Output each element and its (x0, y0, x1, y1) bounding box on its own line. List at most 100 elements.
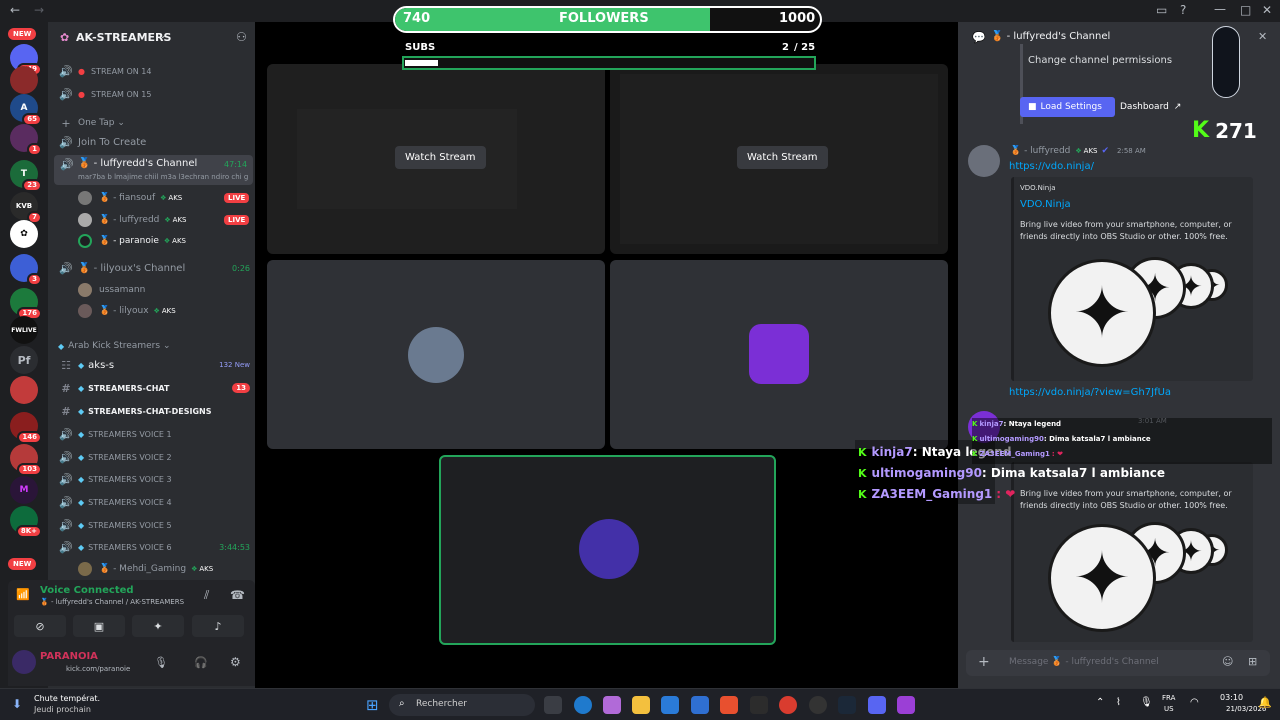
bot-avatar[interactable] (1212, 26, 1240, 98)
network-icon[interactable]: ⌇ (1116, 697, 1121, 708)
microphone-icon[interactable]: 🎙 (154, 656, 168, 669)
text-channel[interactable]: # ◆ STREAMERS-CHAT 13 (58, 378, 250, 398)
watch-stream-button[interactable]: Watch Stream (395, 146, 486, 169)
voice-user[interactable]: ussamann (78, 281, 145, 299)
server-icon[interactable] (10, 376, 38, 404)
voice-channel[interactable]: 🔊 ◆ STREAMERS VOICE 3 (58, 469, 250, 489)
join-to-create-channel[interactable]: 🔊 Join To Create (58, 132, 250, 152)
back-arrow-icon[interactable]: ← (10, 3, 20, 17)
voice-channel[interactable]: 🔊 ● STREAM ON 14 (58, 61, 250, 81)
noise-suppression-icon[interactable]: ⫽ (204, 588, 209, 603)
chrome-icon[interactable] (779, 696, 797, 714)
voice-channel[interactable]: 🔊 🥉 - lilyoux's Channel 0:26 (58, 258, 250, 278)
plus-icon[interactable]: + (978, 654, 990, 670)
server-icon[interactable] (10, 66, 38, 94)
obs-icon[interactable] (809, 696, 827, 714)
server-icon[interactable]: M (10, 476, 38, 504)
message-link[interactable]: https://vdo.ninja/ (1009, 161, 1094, 172)
disconnect-icon[interactable]: ☎ (230, 588, 245, 602)
taskbar-search[interactable]: ⌕ Rechercher (389, 694, 535, 716)
apps-icon[interactable]: ⊞ (1248, 655, 1257, 668)
server-icon[interactable]: T 23 (10, 160, 42, 192)
voice-user[interactable]: 🥉 - lilyouxAKS (78, 302, 176, 320)
help-icon[interactable]: ? (1180, 3, 1186, 17)
chevron-up-icon[interactable]: ⌃ (1096, 697, 1104, 708)
avatar[interactable] (12, 650, 36, 674)
category-arab-kick-streamers[interactable]: ◆ Arab Kick Streamers ⌄ (58, 336, 250, 356)
discord-icon[interactable] (868, 696, 886, 714)
inbox-icon[interactable]: ▭ (1156, 3, 1167, 17)
chevron-down-icon[interactable]: ⌄ (159, 31, 167, 41)
voice-channel[interactable]: 🔊 ● STREAM ON 15 (58, 84, 250, 104)
minimize-icon[interactable]: — (1214, 2, 1226, 16)
microphone-icon[interactable]: 🎙 (1140, 697, 1153, 708)
embed-image[interactable]: ✦ ✦ ✦ ✦ (1048, 257, 1248, 369)
settings-gear-icon[interactable]: ⚙ (230, 655, 241, 669)
notification-bell-icon[interactable]: 🔔 (1258, 696, 1272, 709)
windows-start-icon[interactable]: ⊞ (366, 696, 379, 714)
steam-icon[interactable] (838, 696, 856, 714)
server-name[interactable]: AK-STREAMERS (76, 31, 171, 44)
weather-title[interactable]: Chute températ. (34, 694, 100, 703)
file-explorer-icon[interactable] (632, 696, 650, 714)
language-indicator[interactable]: FRA (1162, 694, 1175, 702)
share-screen-button[interactable]: ▣ (73, 615, 125, 637)
maximize-icon[interactable]: □ (1240, 3, 1251, 17)
embed-image[interactable]: ✦ ✦ ✦ ✦ (1048, 522, 1248, 634)
app-icon[interactable] (897, 696, 915, 714)
category-one-tap[interactable]: + One Tap ⌄ (58, 113, 250, 133)
voice-user[interactable]: 🥉 - fiansoufAKS (78, 189, 182, 207)
brave-icon[interactable] (720, 696, 738, 714)
voice-channel[interactable]: 🔊 ◆ STREAMERS VOICE 4 (58, 492, 250, 512)
message-link[interactable]: https://vdo.ninja/?view=Gh7JfUa (1009, 387, 1171, 398)
load-settings-button[interactable]: ■ Load Settings (1020, 97, 1115, 117)
active-voice-channel[interactable]: 🔊 🥉 - luffyredd's Channel 47:14 mar7ba b… (54, 155, 253, 185)
copilot-icon[interactable] (603, 696, 621, 714)
embed-title[interactable]: VDO.Ninja (1020, 199, 1071, 210)
voice-user[interactable]: 🥉 - luffyreddAKS (78, 211, 186, 229)
video-off-button[interactable]: ⊘ (14, 615, 66, 637)
server-icon[interactable]: 8K+ (10, 506, 42, 538)
stream-tile[interactable]: Watch Stream (610, 64, 948, 254)
server-icon[interactable]: 176 (10, 288, 42, 320)
voice-channel[interactable]: 🔊 ◆ STREAMERS VOICE 2 (58, 447, 250, 467)
server-icon[interactable]: KVB 7 (10, 192, 42, 224)
forward-arrow-icon[interactable]: → (34, 3, 44, 17)
participant-tile[interactable] (267, 260, 605, 449)
signal-icon[interactable]: 📶 (16, 588, 30, 601)
avatar[interactable] (968, 145, 1000, 177)
text-channel[interactable]: # ◆ STREAMERS-CHAT-designs (58, 401, 250, 421)
participant-tile-speaking[interactable] (439, 455, 776, 645)
close-icon[interactable]: ✕ (1262, 3, 1272, 17)
voice-user-self[interactable]: 🥉 - paranoieAKS (78, 232, 186, 250)
store-icon[interactable] (661, 696, 679, 714)
message-input[interactable]: Message 🥉 - luffyredd's Channel (1009, 657, 1159, 667)
server-icon[interactable]: Pf (10, 346, 38, 374)
weather-icon[interactable]: ⬇ (12, 697, 22, 711)
server-icon[interactable]: FWLIVE (10, 316, 38, 344)
text-channel[interactable]: ☷ ◆ aks-s 132 New (58, 355, 250, 375)
voice-channel[interactable]: 🔊 ◆ STREAMERS VOICE 6 3:44:53 (58, 537, 250, 557)
stream-tile[interactable]: Watch Stream (267, 64, 605, 254)
server-icon[interactable]: 1 (10, 124, 42, 156)
dashboard-button[interactable]: Dashboard ↗ (1115, 97, 1189, 117)
message-author[interactable]: 🥉 - luffyredd (1010, 146, 1070, 156)
voice-user[interactable]: 🥉 - Mehdi_GamingAKS (78, 560, 213, 578)
wifi-icon[interactable]: ◠ (1190, 697, 1199, 708)
participant-tile[interactable] (610, 260, 948, 449)
clock-time[interactable]: 03:10 (1220, 693, 1243, 702)
server-icon[interactable]: 146 (10, 412, 42, 444)
invite-people-icon[interactable]: ⚇ (236, 30, 247, 44)
task-view-icon[interactable] (544, 696, 562, 714)
voice-status[interactable]: Voice Connected (40, 585, 134, 596)
watch-stream-button[interactable]: Watch Stream (737, 146, 828, 169)
activities-button[interactable]: ✦ (132, 615, 184, 637)
headphones-icon[interactable]: 🎧 (194, 656, 208, 669)
emoji-icon[interactable]: ☺ (1222, 655, 1233, 668)
server-icon[interactable]: ✿ (10, 220, 38, 248)
message-composer[interactable]: + Message 🥉 - luffyredd's Channel ☺ ⊞ (966, 650, 1270, 676)
server-icon[interactable]: 103 (10, 444, 42, 476)
close-icon[interactable]: ✕ (1258, 30, 1267, 43)
server-icon[interactable]: 3 (10, 254, 42, 286)
server-icon[interactable]: A 65 (10, 94, 42, 126)
